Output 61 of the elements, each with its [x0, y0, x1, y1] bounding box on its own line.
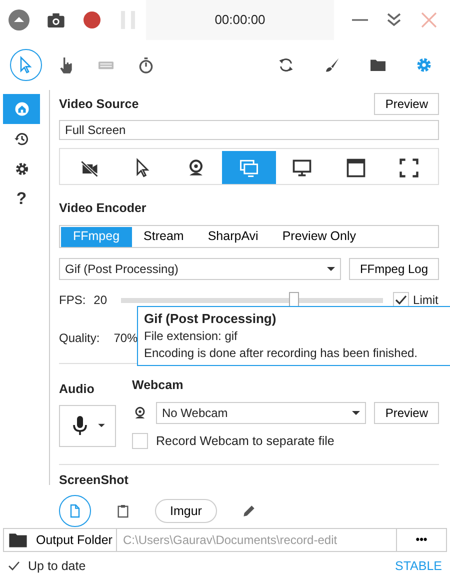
minimize-to-tray-button[interactable] [386, 12, 402, 28]
settings-icon [415, 56, 433, 74]
section-heading: ScreenShot [59, 472, 130, 490]
caret-icon [326, 266, 335, 272]
pencil-icon [240, 503, 257, 519]
fullscreen-icon [398, 156, 420, 178]
fps-value: 20 [94, 292, 108, 309]
check-icon [8, 560, 20, 572]
separate-file-checkbox[interactable] [132, 432, 148, 449]
home-icon [12, 100, 30, 118]
audio-source-button[interactable] [59, 404, 116, 446]
tooltip-text: Encoding is done after recording has been finished. [144, 344, 419, 362]
encoder-tab[interactable]: Preview Only [270, 226, 368, 247]
close-icon [420, 11, 438, 29]
help-tab[interactable]: ? [3, 184, 40, 214]
codec-dropdown[interactable]: Gif (Post Processing) [59, 258, 341, 280]
encoder-tab[interactable]: Stream [132, 226, 196, 247]
caret-icon [98, 423, 105, 428]
slider-thumb[interactable] [288, 292, 299, 308]
output-folder-button[interactable]: Output Folder [4, 529, 117, 551]
source-field[interactable]: Full Screen [59, 120, 439, 140]
microphone-icon [70, 414, 90, 436]
quality-value: 70% [114, 330, 138, 347]
section-heading: Video Source [59, 96, 139, 113]
cursor-tool-button[interactable] [10, 49, 42, 81]
section-heading: Webcam [132, 376, 184, 394]
window-icon [344, 156, 367, 178]
timer-text: 00:00:00 [214, 11, 266, 30]
caret-icon [352, 410, 360, 416]
record-button[interactable] [82, 10, 102, 30]
imgur-button[interactable]: Imgur [155, 498, 217, 524]
record-icon [82, 10, 102, 30]
section-heading: Video Encoder [59, 200, 148, 217]
tooltip-title: Gif (Post Processing) [144, 310, 278, 328]
section-heading: Audio [59, 380, 96, 398]
refresh-icon [277, 56, 295, 74]
preview-button[interactable]: Preview [374, 402, 439, 424]
encoder-tab[interactable]: SharpAvi [196, 226, 270, 247]
limit-label: Limit [413, 292, 438, 309]
file-target-button[interactable] [59, 495, 91, 527]
browse-button[interactable]: ••• [397, 529, 446, 551]
preview-button[interactable]: Preview [374, 93, 439, 115]
clipboard-icon [115, 503, 131, 519]
fps-slider[interactable] [121, 292, 384, 308]
source-selector[interactable] [59, 148, 439, 185]
pause-icon [118, 10, 138, 30]
minimize-icon [352, 19, 368, 21]
collapse-icon [8, 9, 30, 31]
folder-icon [8, 532, 28, 548]
double-chevron-icon [386, 12, 402, 28]
limit-checkbox[interactable] [393, 292, 410, 308]
quality-label: Quality: [59, 330, 100, 347]
checkbox-label: Record Webcam to separate file [156, 432, 334, 450]
ffmpeg-log-button[interactable]: FFmpeg Log [348, 258, 439, 280]
status-text: Up to date [28, 558, 86, 575]
tooltip-text: File extension: gif [144, 328, 238, 345]
history-icon [12, 130, 30, 148]
collapse-button[interactable] [8, 9, 30, 31]
check-icon [395, 294, 408, 306]
webcam-dropdown[interactable]: No Webcam [156, 402, 366, 424]
fps-label: FPS: [59, 292, 86, 309]
